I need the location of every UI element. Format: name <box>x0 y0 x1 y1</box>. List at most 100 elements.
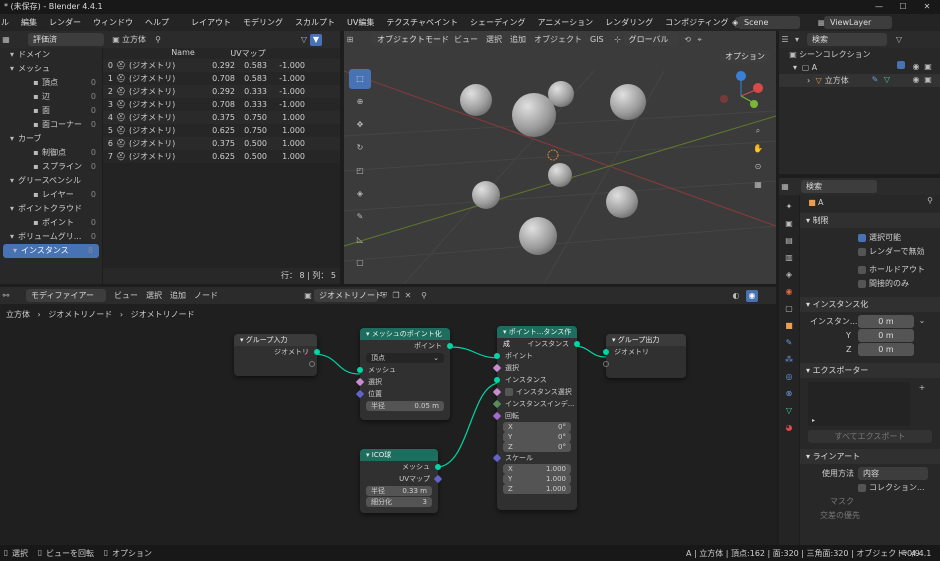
workspace-tab-2[interactable]: スカルプト <box>289 17 341 28</box>
viewport-menu-add[interactable]: 追加 <box>510 34 526 45</box>
ico-sphere-subdivisions[interactable]: 細分化 3 <box>366 497 432 507</box>
scale-icon[interactable]: ◰ <box>349 161 371 181</box>
workspace-tab-8[interactable]: コンポジティング <box>659 17 735 28</box>
viewport-options-button[interactable]: オプション <box>720 50 770 63</box>
domain-item-2[interactable]: ▪ 頂点 0 <box>0 76 102 90</box>
modifier-tab-icon[interactable]: ✎ <box>783 337 795 349</box>
mesh-to-points-radius[interactable]: 半径 0.05 m <box>366 401 444 411</box>
close-button[interactable]: ✕ <box>916 0 938 14</box>
node-overlay-toggle-icon[interactable]: ◉ <box>746 290 758 302</box>
visibility-checkbox[interactable] <box>858 233 866 242</box>
domain-item-3[interactable]: ▪ 辺 0 <box>0 90 102 104</box>
socket[interactable] <box>494 377 500 383</box>
instance-offset-z[interactable]: 0 m <box>858 343 914 356</box>
render-camera-icon[interactable]: ▣ <box>922 61 934 73</box>
perspective-grid-icon[interactable]: ▦ <box>752 179 764 191</box>
scene-selector[interactable]: Scene <box>738 16 800 29</box>
pan-hand-icon[interactable]: ✋ <box>752 143 764 155</box>
workspace-tab-6[interactable]: アニメーション <box>531 17 599 28</box>
data-tab-icon[interactable]: ▽ <box>783 405 795 417</box>
camera-icon[interactable]: ⊙ <box>752 161 764 173</box>
exporter-list-box[interactable]: ▸ <box>808 382 910 426</box>
socket[interactable] <box>574 341 580 347</box>
domain-item-10[interactable]: ▪ レイヤー 0 <box>0 188 102 202</box>
filter-toggle-icon[interactable]: ▼ <box>310 33 322 46</box>
node-menu-add[interactable]: 追加 <box>170 290 186 301</box>
workspace-tab-4[interactable]: テクスチャペイント <box>380 17 464 28</box>
domain-item-8[interactable]: ▪ スプライン 0 <box>0 160 102 174</box>
viewport-menu-view[interactable]: ビュー <box>454 34 478 45</box>
particles-tab-icon[interactable]: ⁂ <box>783 354 795 366</box>
display-mode-icon[interactable]: ▾ <box>791 34 803 46</box>
domain-item-14[interactable]: ▾ インスタンス 8 <box>3 244 99 258</box>
add-exporter-icon[interactable]: + <box>916 382 928 394</box>
workspace-tab-5[interactable]: シェーディング <box>464 17 531 28</box>
menu-window[interactable]: ウィンドウ <box>87 17 139 28</box>
instancing-section-header[interactable]: ▾ インスタンス化 <box>800 297 940 312</box>
outliner-editor-icon[interactable]: ☰ <box>779 34 791 46</box>
filter-icon[interactable]: ▽ <box>298 34 310 46</box>
object-tab-icon[interactable]: ■ <box>783 320 795 332</box>
visibility-checkbox[interactable] <box>858 279 866 288</box>
transform-icon[interactable]: ◈ <box>349 184 371 204</box>
domain-item-5[interactable]: ▪ 面コーナー 0 <box>0 118 102 132</box>
lineart-usage-select[interactable]: 内容 <box>858 467 928 480</box>
maximize-button[interactable]: ☐ <box>892 0 914 14</box>
domain-item-9[interactable]: ▾ グリースペンシル <box>0 174 102 188</box>
socket-empty[interactable] <box>603 361 609 367</box>
rotation-field-1[interactable]: Y 0° <box>503 432 571 442</box>
dropdown-chevron-icon[interactable]: ⌄ <box>916 315 928 327</box>
socket[interactable] <box>357 367 363 373</box>
unlink-icon[interactable]: ✕ <box>402 290 414 302</box>
node-menu-node[interactable]: ノード <box>194 290 218 301</box>
socket[interactable] <box>447 343 453 349</box>
mesh-to-points-node[interactable]: ▾ メッシュのポイント化 ポイント 頂点 ⌄ メッシュ 選択 位置 半径 0.05 … <box>355 328 453 420</box>
domain-item-1[interactable]: ▾ メッシュ <box>0 62 102 76</box>
socket[interactable] <box>603 349 609 355</box>
3d-viewport[interactable]: ⊞ オブジェクトモード ビュー 選択 追加 オブジェクト GIS ⊹ グローバル… <box>344 31 776 284</box>
visibility-item-1[interactable]: レンダーで無効 <box>858 245 940 259</box>
mesh-to-points-mode[interactable]: 頂点 ⌄ <box>366 353 444 363</box>
ico-sphere-radius[interactable]: 半径 0.33 m <box>366 486 432 496</box>
snap-icon[interactable]: ⌖ <box>694 34 706 46</box>
evaluation-mode-select[interactable]: 評価済 <box>28 33 104 46</box>
modifier-icon[interactable]: ✎ <box>869 74 881 86</box>
node-tree-select[interactable]: ジオメトリノード <box>314 289 383 302</box>
duplicate-icon[interactable]: ❐ <box>390 290 402 302</box>
mesh-data-icon[interactable]: ▽ <box>881 74 893 86</box>
scale-field-2[interactable]: Z 1.000 <box>503 484 571 494</box>
eye-icon[interactable]: ◉ <box>910 61 922 73</box>
editor-type-icon[interactable]: ▦ <box>0 34 12 46</box>
visibility-section-header[interactable]: ▾ 制限 <box>800 213 940 228</box>
zoom-icon[interactable]: ⌕ <box>752 125 764 137</box>
outliner-search[interactable]: 検索 <box>807 33 887 46</box>
list-expand-icon[interactable]: ▸ <box>812 417 815 424</box>
group-input-node[interactable]: ▾ グループ入力 ジオメトリ <box>234 334 320 376</box>
group-output-node[interactable]: ▾ グループ出力 ジオメトリ <box>603 334 686 378</box>
world-tab-icon[interactable]: ◉ <box>783 286 795 298</box>
rotation-field-2[interactable]: Z 0° <box>503 442 571 452</box>
object-row[interactable]: › ▽ 立方体 ✎ ▽ ◉ ▣ <box>779 74 940 87</box>
instance-select-checkbox[interactable] <box>505 388 513 396</box>
viewport-menu-gis[interactable]: GIS <box>590 35 604 44</box>
menu-file[interactable]: ル <box>0 17 15 28</box>
viewport-menu-select[interactable]: 選択 <box>486 34 502 45</box>
scene-collection-row[interactable]: ▣ シーンコレクション <box>779 48 940 61</box>
output-tab-icon[interactable]: ▤ <box>783 235 795 247</box>
physics-tab-icon[interactable]: ◎ <box>783 371 795 383</box>
scene-tab-icon[interactable]: ◈ <box>783 269 795 281</box>
pivot-icon[interactable]: ⟲ <box>682 34 694 46</box>
menu-help[interactable]: ヘルプ <box>139 17 175 28</box>
measure-icon[interactable]: ◺ <box>349 230 371 250</box>
orientation-select[interactable]: グローバル <box>623 33 678 46</box>
node-pin-icon[interactable]: ⚲ <box>418 290 430 302</box>
visibility-item-3[interactable]: 間接的のみ <box>858 277 940 291</box>
annotate-icon[interactable]: ✎ <box>349 207 371 227</box>
add-cube-icon[interactable]: ▢ <box>349 253 371 273</box>
ico-sphere-node[interactable]: ▾ ICO球 メッシュ UVマップ 半径 0.33 m 細分化 3 <box>360 449 443 513</box>
socket[interactable] <box>314 349 320 355</box>
select-box-icon[interactable]: ⬚ <box>349 69 371 89</box>
node-menu-view[interactable]: ビュー <box>114 290 138 301</box>
export-all-button[interactable]: すべてエクスポート <box>808 430 932 443</box>
visibility-item-2[interactable]: ホールドアウト <box>858 263 940 277</box>
